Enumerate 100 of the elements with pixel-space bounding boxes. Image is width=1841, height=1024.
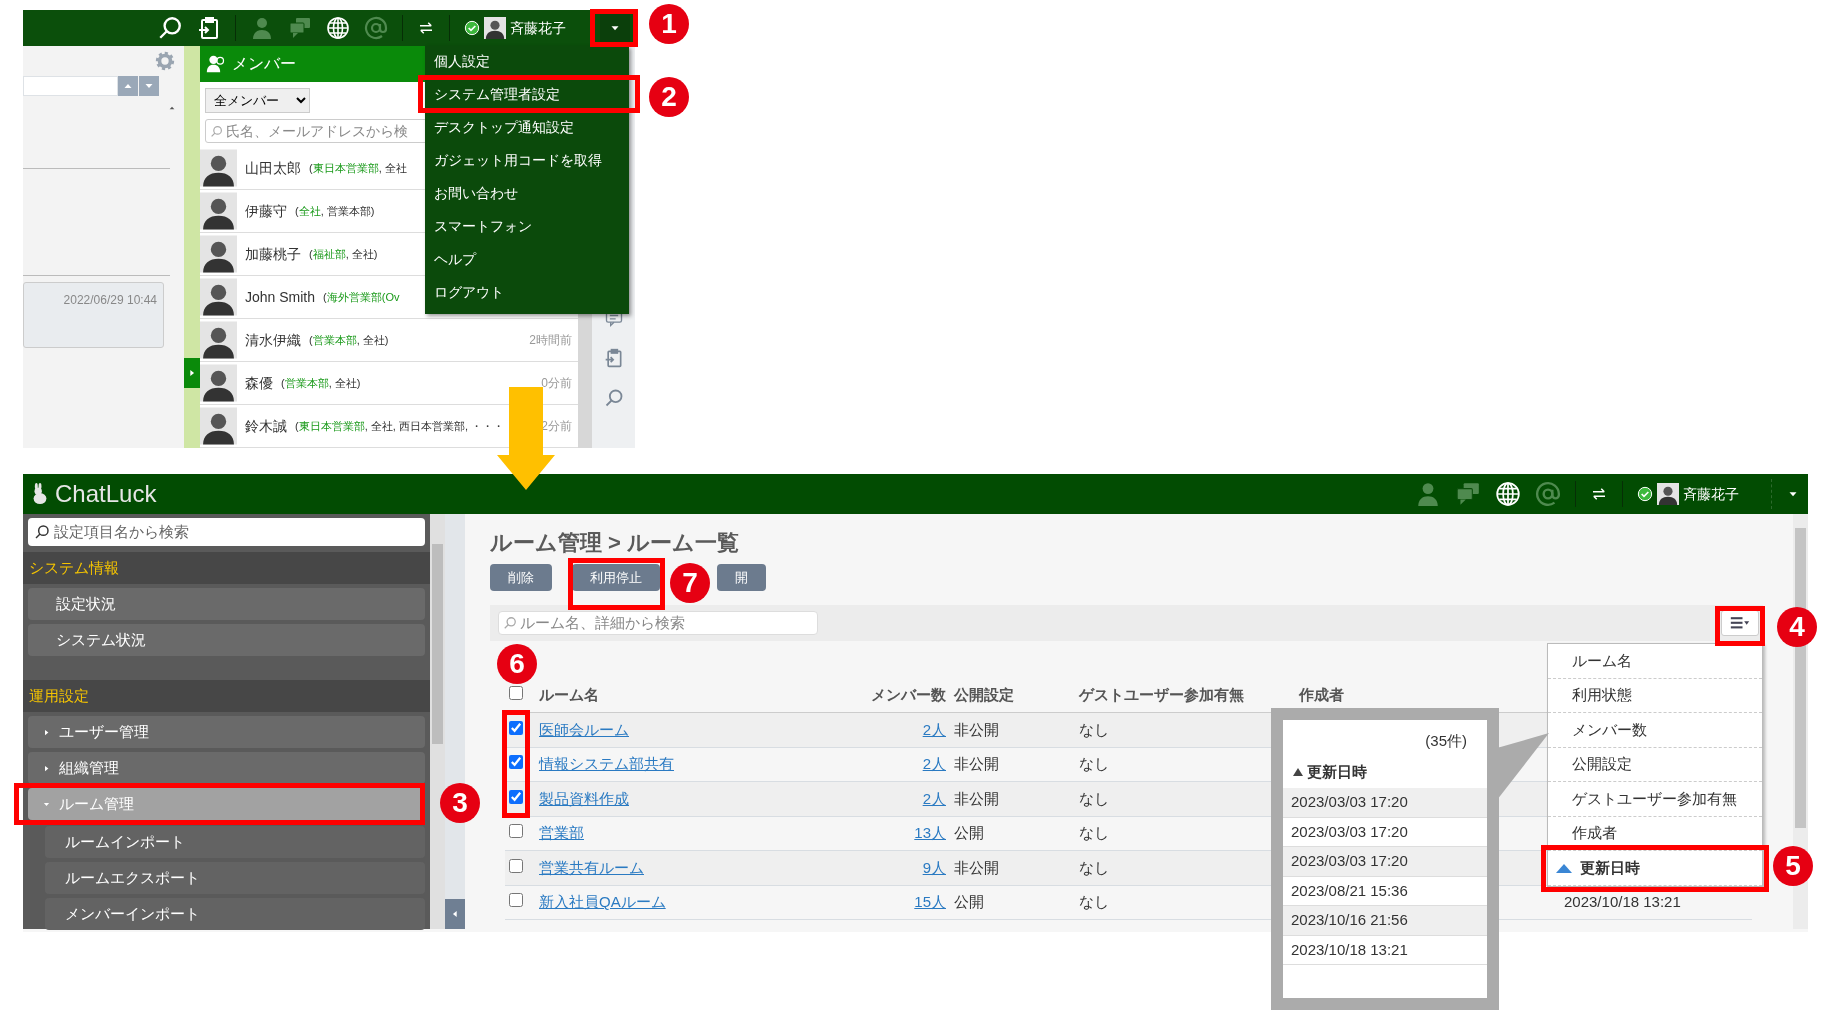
sidebar-item[interactable]: ユーザー管理 [28, 716, 425, 748]
table-cell-text: 2023/03/03 17:20 [1291, 821, 1408, 842]
member-affiliation: (東日本営業部, 全社, 西日本営業部, ・・・ [295, 418, 504, 434]
member-filter-select[interactable]: 全メンバー [205, 87, 310, 114]
members-icon [206, 53, 226, 74]
count-label: (35件) [1425, 732, 1467, 749]
room-link[interactable]: 医師会ルーム [539, 720, 629, 738]
column-menu-item[interactable]: 公開設定 [1548, 747, 1762, 782]
scroll-down-button[interactable] [139, 76, 159, 96]
table-cell: なし [1079, 893, 1109, 911]
avatar [1657, 481, 1679, 507]
table-cell: 非公開 [954, 789, 999, 807]
row-checkbox[interactable] [509, 893, 523, 908]
member-count-link[interactable]: 13人 [914, 824, 946, 842]
column-menu-button[interactable] [1721, 610, 1759, 637]
member-count-link[interactable]: 2人 [922, 789, 946, 807]
column-header: 作成者 [1299, 686, 1344, 704]
table-cell: 2023/10/18 13:21 [1564, 893, 1681, 911]
logo-text: ChatLuck [55, 479, 157, 509]
table-cell: なし [1079, 755, 1109, 773]
clipboard-icon[interactable] [603, 348, 624, 368]
page-title: ルーム管理 > ルーム一覧 [490, 530, 741, 557]
panel-title: メンバー [232, 53, 296, 74]
member-affiliation: (福祉部, 全社) [309, 246, 378, 262]
person-icon[interactable] [250, 16, 274, 40]
search-icon [34, 524, 50, 540]
avatar [200, 276, 237, 318]
column-header: 更新日時 [1307, 761, 1367, 782]
room-link[interactable]: 営業部 [539, 824, 584, 842]
menu-item[interactable]: 個人設定 [425, 48, 629, 74]
step-number: 1 [649, 4, 689, 44]
scroll-up-button[interactable] [118, 76, 138, 96]
avatar [484, 15, 506, 41]
sort-up-icon [1293, 768, 1303, 776]
member-count-link[interactable]: 2人 [922, 720, 946, 738]
member-count-link[interactable]: 15人 [914, 893, 946, 911]
clipboard-icon[interactable] [197, 16, 221, 40]
scrollbar-thumb[interactable] [432, 544, 443, 744]
member-name: John Smith [245, 287, 316, 307]
member-affiliation: (営業本部, 全社) [309, 332, 389, 348]
table-cell: 非公開 [954, 858, 999, 876]
row-checkbox[interactable] [509, 858, 523, 873]
table-cell: 非公開 [954, 755, 999, 773]
select-all-checkbox[interactable] [509, 686, 523, 701]
column-menu-item[interactable]: 更新日時 [1548, 851, 1762, 886]
globe-icon[interactable] [326, 16, 350, 40]
row-checkbox[interactable] [509, 824, 523, 839]
search-icon[interactable] [603, 388, 624, 408]
caret-icon [42, 763, 51, 773]
column-menu-item[interactable]: ルーム名 [1548, 644, 1762, 679]
search-icon [503, 616, 517, 631]
sidebar-item[interactable]: 設定状況 [28, 588, 425, 620]
table-cell-text: 2023/03/03 17:20 [1291, 851, 1408, 871]
time-label: 0分前 [541, 375, 572, 392]
sidebar-item[interactable]: システム状況 [28, 624, 425, 656]
person-icon[interactable] [1415, 481, 1441, 507]
sidebar-subitem[interactable]: メンバーインポート [45, 898, 425, 930]
sidebar-item[interactable]: 組織管理 [28, 752, 425, 784]
user-name: 斉藤花子 [1683, 484, 1739, 504]
room-link[interactable]: 情報システム部共有 [539, 755, 674, 773]
member-affiliation: (海外営業部(Ov [323, 289, 400, 305]
mention-icon[interactable] [1535, 481, 1561, 507]
table-cell: 非公開 [954, 720, 999, 738]
column-menu-item[interactable]: メンバー数 [1548, 713, 1762, 748]
mention-icon[interactable] [364, 16, 388, 40]
search-field[interactable]: ルーム名、詳細から検索 [498, 611, 818, 636]
row-checkbox[interactable] [509, 755, 523, 770]
table-cell-text: 2023/10/18 13:21 [1291, 939, 1408, 960]
section-header: 運用設定 [23, 680, 430, 712]
globe-icon[interactable] [1495, 481, 1521, 507]
member-row[interactable]: 清水伊織 (営業本部, 全社) 2時間前 [200, 319, 578, 362]
action-button[interactable]: 利用停止 [572, 564, 660, 592]
member-name: 伊藤守 [245, 201, 287, 221]
input-field[interactable] [23, 76, 118, 96]
column-menu-item[interactable]: 利用状態 [1548, 678, 1762, 713]
scroll-up-icon[interactable] [168, 104, 176, 112]
step-number: 2 [649, 77, 689, 117]
member-name: 鈴木誠 [245, 416, 287, 436]
menu-item[interactable]: システム管理者設定 [425, 81, 629, 107]
member-count-link[interactable]: 9人 [922, 858, 946, 876]
search-field[interactable]: 設定項目名から検索 [28, 518, 425, 546]
highlight-frame [1715, 606, 1765, 646]
member-count-link[interactable]: 2人 [922, 755, 946, 773]
action-button[interactable]: 開 [717, 564, 766, 592]
member-affiliation: (全社, 営業本部) [295, 203, 375, 219]
table-cell: 公開 [954, 824, 984, 842]
member-name: 加藤桃子 [245, 244, 301, 264]
action-button[interactable]: 削除 [490, 564, 552, 592]
row-checkbox[interactable] [509, 720, 523, 735]
column-menu-item[interactable]: ゲストユーザー参加有無 [1548, 782, 1762, 817]
sidebar-subitem[interactable]: ルームインポート [45, 826, 425, 858]
expand-button[interactable] [184, 358, 200, 388]
table-cell: 公開 [954, 893, 984, 911]
room-link[interactable]: 新入社員QAルーム [539, 893, 666, 911]
sidebar-subitem[interactable]: ルームエクスポート [45, 862, 425, 894]
table-cell-text: 2023/03/03 17:20 [1291, 792, 1408, 812]
room-link[interactable]: 製品資料作成 [539, 789, 629, 807]
row-checkbox[interactable] [509, 789, 523, 804]
time-label: 2時間前 [529, 332, 572, 349]
member-name: 山田太郎 [245, 158, 301, 178]
